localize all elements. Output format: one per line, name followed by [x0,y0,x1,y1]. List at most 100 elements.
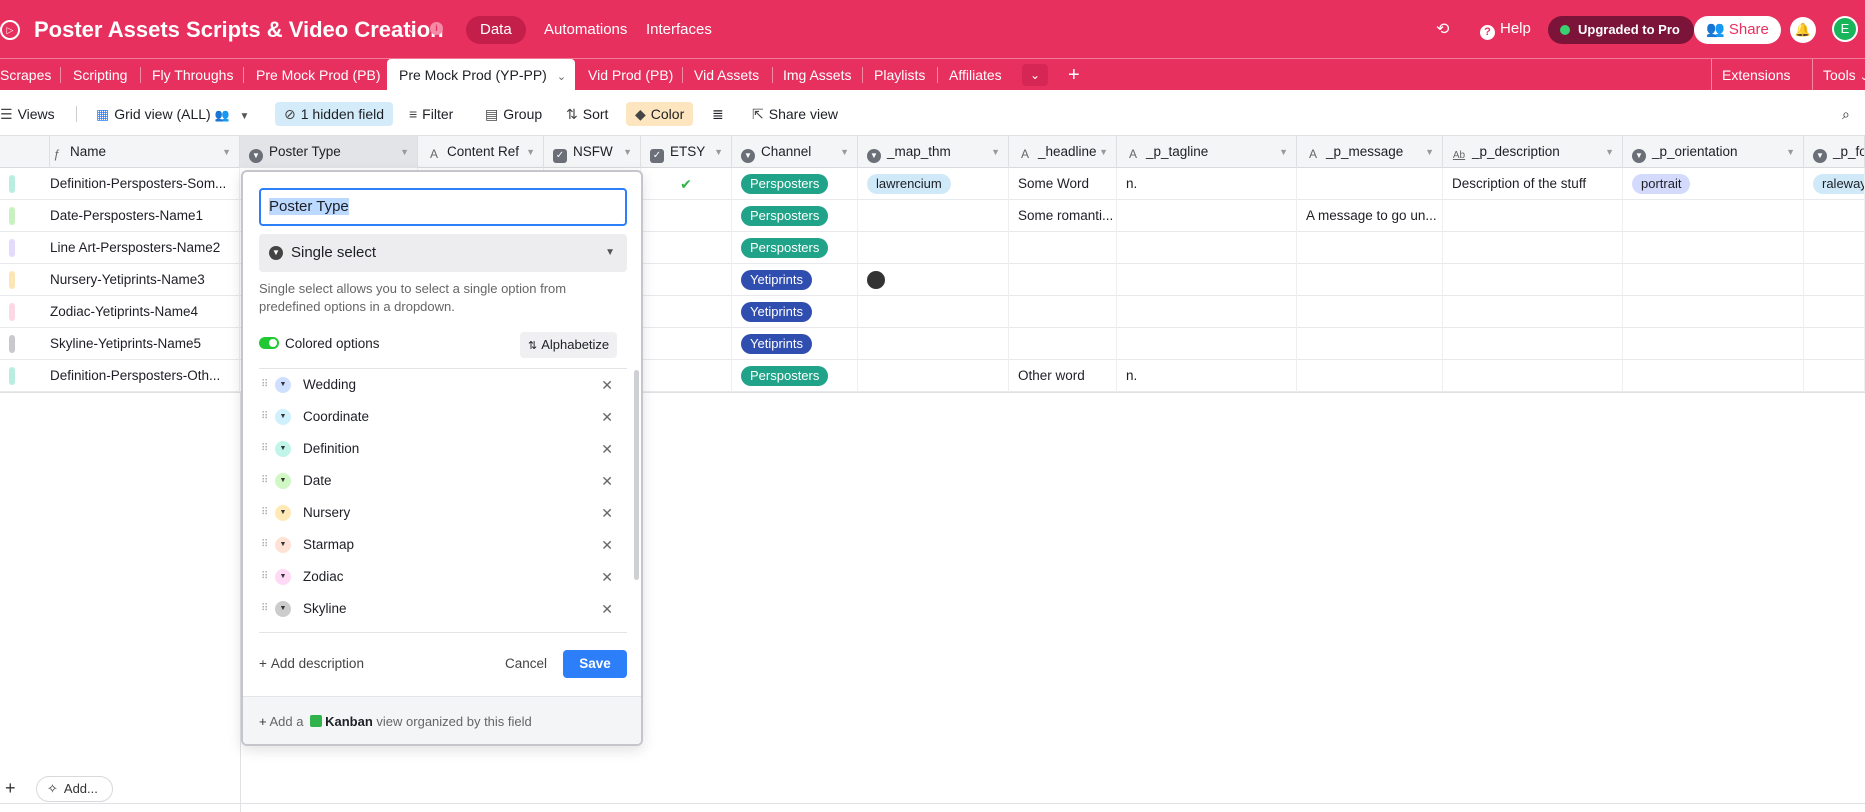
cell-tagline[interactable]: n. [1117,168,1297,200]
option-label[interactable]: Starmap [303,529,354,561]
cell-tagline[interactable] [1117,328,1297,360]
cell-desc[interactable] [1443,200,1623,232]
tab-scrapes[interactable]: Scrapes [0,59,63,91]
cell-channel[interactable]: Yetiprints [732,264,858,296]
drag-handle-icon[interactable]: ⠿ [261,497,268,529]
color-button[interactable]: ◆ Color [626,102,694,126]
header-p-description[interactable]: Ab _p_description ▼ [1443,136,1623,168]
info-icon[interactable]: i [430,22,443,35]
option-label[interactable]: Nursery [303,497,350,529]
group-button[interactable]: ▤ Group [485,102,542,126]
cell-etsy[interactable] [641,200,732,232]
option-label[interactable]: Definition [303,433,359,465]
cell-etsy[interactable] [641,296,732,328]
cell-headline[interactable]: Some Word [1009,168,1117,200]
tab-pre-mock-prod-yp-pp[interactable]: Pre Mock Prod (YP-PP) ⌄ [387,59,575,91]
close-icon[interactable]: ✕ [601,497,613,529]
option-color-chip[interactable]: ▼ [275,441,291,457]
nav-automations[interactable]: Automations [530,16,641,44]
cell-name[interactable]: Date-Persposters-Name1 [41,200,240,232]
cancel-button[interactable]: Cancel [505,656,547,671]
more-tables-chevron-icon[interactable]: ⌄ [1022,64,1048,86]
cell-orient[interactable]: portrait [1623,168,1804,200]
cell-tagline[interactable]: n. [1117,360,1297,392]
select-option[interactable]: ⠿ ▼ Wedding ✕ [259,369,627,401]
grid-view-switcher[interactable]: ▦ Grid view (ALL) 👥 ▼ [96,102,249,126]
add-description-button[interactable]: + Add description [259,656,364,671]
cell-etsy[interactable] [641,360,732,392]
header-poster-type[interactable]: ▼ Poster Type ▼ [240,136,418,168]
chevron-down-icon[interactable]: ⌄ [406,20,418,37]
cell-font[interactable] [1804,200,1865,232]
drag-handle-icon[interactable]: ⠿ [261,593,268,625]
cell-desc[interactable] [1443,296,1623,328]
chevron-down-icon[interactable]: ⌄ [557,71,566,83]
add-button[interactable]: ✧ Add... [36,776,113,802]
cell-message[interactable] [1297,168,1443,200]
header-channel[interactable]: ▼ Channel ▼ [732,136,858,168]
play-logo-icon[interactable]: ▷ [0,20,20,40]
drag-handle-icon[interactable]: ⠿ [261,561,268,593]
select-option[interactable]: ⠿ ▼ Zodiac ✕ [259,561,627,593]
add-kanban-view-link[interactable]: + Add a Kanban view organized by this fi… [243,696,641,744]
cell-font[interactable]: raleway [1804,168,1865,200]
close-icon[interactable]: ✕ [601,433,613,465]
cell-map[interactable]: lawrencium [858,168,1009,200]
tab-fly-throughs[interactable]: Fly Throughs [140,59,245,91]
option-label[interactable]: Date [303,465,332,497]
alphabetize-button[interactable]: ⇅ Alphabetize [520,332,618,358]
header-etsy[interactable]: ✓ ETSY ▼ [641,136,732,168]
option-label[interactable]: Zodiac [303,561,344,593]
field-name-input[interactable]: Poster Type [259,188,627,226]
sort-button[interactable]: ⇅ Sort [566,102,608,126]
views-button[interactable]: ☰ Views [0,102,55,126]
option-label[interactable]: Wedding [303,369,356,401]
cell-message[interactable]: A message to go un... [1297,200,1443,232]
header-name[interactable]: ƒ Name ▼ [41,136,240,168]
avatar[interactable]: E [1832,16,1858,42]
select-option[interactable]: ⠿ ▼ Definition ✕ [259,433,627,465]
tab-pre-mock-prod-pb[interactable]: Pre Mock Prod (PB) [244,59,392,91]
tab-vid-prod-pb[interactable]: Vid Prod (PB) [576,59,685,91]
drag-handle-icon[interactable]: ⠿ [261,433,268,465]
upgraded-badge[interactable]: Upgraded to Pro [1548,16,1694,44]
cell-font[interactable] [1804,328,1865,360]
cell-orient[interactable] [1623,232,1804,264]
options-scrollbar[interactable] [634,370,639,580]
option-label[interactable]: Skyline [303,593,347,625]
save-button[interactable]: Save [563,650,627,678]
close-icon[interactable]: ✕ [601,529,613,561]
cell-message[interactable] [1297,360,1443,392]
option-color-chip[interactable]: ▼ [275,537,291,553]
close-icon[interactable]: ✕ [601,401,613,433]
toggle-switch[interactable] [259,337,279,349]
select-option[interactable]: ⠿ ▼ Starmap ✕ [259,529,627,561]
cell-map[interactable] [858,296,1009,328]
cell-name[interactable]: Zodiac-Yetiprints-Name4 [41,296,240,328]
header-p-message[interactable]: A _p_message ▼ [1297,136,1443,168]
nav-interfaces[interactable]: Interfaces [632,16,726,44]
cell-headline[interactable]: Some romanti... [1009,200,1117,232]
header-p-orientation[interactable]: ▼ _p_orientation ▼ [1623,136,1804,168]
cell-headline[interactable]: Other word [1009,360,1117,392]
header-headline[interactable]: A _headline ▼ [1009,136,1117,168]
tools-button[interactable]: Tools ⌄ [1812,59,1865,93]
close-icon[interactable]: ✕ [601,593,613,625]
tab-img-assets[interactable]: Img Assets [771,59,863,91]
option-color-chip[interactable]: ▼ [275,505,291,521]
cell-orient[interactable] [1623,264,1804,296]
option-color-chip[interactable]: ▼ [275,409,291,425]
select-option[interactable]: ⠿ ▼ Date ✕ [259,465,627,497]
cell-tagline[interactable] [1117,264,1297,296]
tab-vid-assets[interactable]: Vid Assets [682,59,771,91]
notification-bell-icon[interactable]: 🔔 [1790,17,1816,43]
add-record-plus-icon[interactable]: + [5,778,16,799]
tab-affiliates[interactable]: Affiliates [937,59,1014,91]
filter-button[interactable]: ≡ Filter [409,102,453,126]
option-color-chip[interactable]: ▼ [275,569,291,585]
cell-headline[interactable] [1009,328,1117,360]
cell-font[interactable] [1804,296,1865,328]
drag-handle-icon[interactable]: ⠿ [261,465,268,497]
header-content-ref[interactable]: A Content Ref ▼ [418,136,544,168]
cell-map[interactable] [858,328,1009,360]
